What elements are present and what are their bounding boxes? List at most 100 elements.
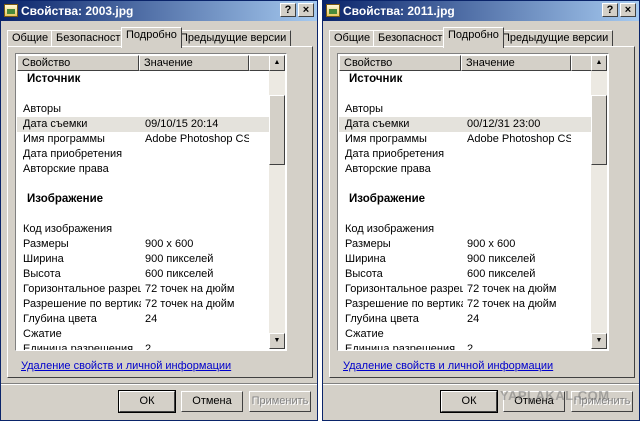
- section-label: Изображение: [27, 193, 104, 205]
- section-label: Изображение: [349, 193, 426, 205]
- property-row[interactable]: Сжатие: [339, 327, 592, 342]
- property-name: Высота: [23, 268, 61, 280]
- section-label: Источник: [349, 73, 403, 85]
- property-row[interactable]: Глубина цвета 24: [17, 312, 270, 327]
- property-name: Размеры: [345, 238, 391, 250]
- property-row[interactable]: Сжатие: [17, 327, 270, 342]
- scroll-down-arrow-icon[interactable]: ▼: [591, 333, 607, 349]
- remove-properties-link[interactable]: Удаление свойств и личной информации: [21, 360, 231, 372]
- divider: [1, 383, 317, 385]
- scroll-thumb[interactable]: [269, 95, 285, 165]
- property-name: Авторские права: [23, 163, 109, 175]
- property-row[interactable]: Высота 600 пикселей: [339, 267, 592, 282]
- property-row[interactable]: Ширина 900 пикселей: [339, 252, 592, 267]
- property-value: 72 точек на дюйм: [467, 298, 557, 310]
- scroll-up-arrow-icon[interactable]: ▲: [591, 55, 607, 71]
- property-row[interactable]: Ширина 900 пикселей: [17, 252, 270, 267]
- property-name: Размеры: [23, 238, 69, 250]
- property-name: Ширина: [23, 253, 64, 265]
- tab-general[interactable]: Общие: [7, 30, 54, 47]
- property-row[interactable]: Разрешение по вертикали 72 точек на дюйм: [17, 297, 270, 312]
- list-header: Свойство Значение: [17, 55, 270, 71]
- property-name: Единица разрешения: [23, 343, 134, 351]
- property-name: Высота: [345, 268, 383, 280]
- column-header-value[interactable]: Значение: [461, 55, 571, 71]
- properties-list[interactable]: Свойство Значение Источник Авторы Дата съе…: [15, 53, 287, 351]
- property-value: 24: [467, 313, 480, 325]
- blank-row: [339, 87, 592, 102]
- help-button[interactable]: ?: [602, 3, 618, 17]
- blank-row: [17, 87, 270, 102]
- column-header-property[interactable]: Свойство: [339, 55, 461, 71]
- property-row[interactable]: Код изображения: [339, 222, 592, 237]
- scroll-up-arrow-icon[interactable]: ▲: [269, 55, 285, 71]
- section-header: Изображение: [17, 192, 270, 207]
- window-titlebar[interactable]: Свойства: 2003.jpg ? ×: [1, 1, 317, 21]
- help-button[interactable]: ?: [280, 3, 296, 17]
- property-row[interactable]: Разрешение по вертикали 72 точек на дюйм: [339, 297, 592, 312]
- tab-security[interactable]: Безопасность: [373, 30, 454, 47]
- property-row[interactable]: Авторы: [339, 102, 592, 117]
- property-row[interactable]: Авторские права: [17, 162, 270, 177]
- remove-properties-link[interactable]: Удаление свойств и личной информации: [343, 360, 553, 372]
- property-value: 900 пикселей: [467, 253, 536, 265]
- property-value: 600 пикселей: [467, 268, 536, 280]
- property-row[interactable]: Дата приобретения: [17, 147, 270, 162]
- property-name: Единица разрешения: [345, 343, 456, 351]
- property-value: 2: [467, 343, 474, 351]
- cancel-button[interactable]: Отмена: [181, 391, 243, 412]
- property-row[interactable]: Дата съемки 00/12/31 23:00: [339, 117, 592, 132]
- blank-row: [17, 177, 270, 192]
- property-row[interactable]: Глубина цвета 24: [339, 312, 592, 327]
- tab-security[interactable]: Безопасность: [51, 30, 132, 47]
- property-row[interactable]: Имя программы Adobe Photoshop CS5 ...: [339, 132, 592, 147]
- property-row[interactable]: Имя программы Adobe Photoshop CS5 ...: [17, 132, 270, 147]
- property-row[interactable]: Единица разрешения 2: [339, 342, 592, 351]
- apply-button[interactable]: Применить: [249, 391, 311, 412]
- property-value: Adobe Photoshop CS5 ...: [145, 133, 249, 145]
- ok-button[interactable]: ОК: [440, 390, 498, 413]
- column-header-value[interactable]: Значение: [139, 55, 249, 71]
- property-name: Глубина цвета: [345, 313, 419, 325]
- scroll-down-arrow-icon[interactable]: ▼: [269, 333, 285, 349]
- property-row[interactable]: Авторские права: [339, 162, 592, 177]
- property-name: Дата съемки: [23, 118, 88, 130]
- property-row[interactable]: Авторы: [17, 102, 270, 117]
- image-file-icon: [4, 4, 18, 17]
- tab-details[interactable]: Подробно: [443, 27, 504, 48]
- property-row[interactable]: Размеры 900 x 600: [17, 237, 270, 252]
- tab-previous-versions[interactable]: Предыдущие версии: [175, 30, 292, 47]
- property-value: 900 пикселей: [145, 253, 214, 265]
- property-value: 900 x 600: [145, 238, 194, 250]
- properties-list[interactable]: Свойство Значение Источник Авторы Дата съе…: [337, 53, 609, 351]
- tab-details[interactable]: Подробно: [121, 27, 182, 48]
- property-name: Горизонтальное разреше...: [23, 283, 141, 295]
- property-row[interactable]: Высота 600 пикселей: [17, 267, 270, 282]
- divider: [323, 383, 639, 385]
- blank-row: [339, 207, 592, 222]
- column-header-property[interactable]: Свойство: [17, 55, 139, 71]
- property-row[interactable]: Единица разрешения 2: [17, 342, 270, 351]
- tab-previous-versions[interactable]: Предыдущие версии: [497, 30, 614, 47]
- property-name: Код изображения: [345, 223, 435, 235]
- property-row[interactable]: Дата съемки 09/10/15 20:14: [17, 117, 270, 132]
- property-name: Авторские права: [345, 163, 431, 175]
- property-name: Разрешение по вертикали: [345, 298, 463, 310]
- close-button[interactable]: ×: [620, 3, 636, 17]
- scroll-thumb[interactable]: [591, 95, 607, 165]
- property-name: Разрешение по вертикали: [23, 298, 141, 310]
- window-titlebar[interactable]: Свойства: 2011.jpg ? ×: [323, 1, 639, 21]
- property-row[interactable]: Дата приобретения: [339, 147, 592, 162]
- property-row[interactable]: Размеры 900 x 600: [339, 237, 592, 252]
- property-name: Сжатие: [345, 328, 384, 340]
- vertical-scrollbar[interactable]: ▲ ▼: [591, 55, 607, 349]
- vertical-scrollbar[interactable]: ▲ ▼: [269, 55, 285, 349]
- property-row[interactable]: Горизонтальное разреше... 72 точек на дюй…: [17, 282, 270, 297]
- tab-general[interactable]: Общие: [329, 30, 376, 47]
- property-name: Имя программы: [23, 133, 105, 145]
- property-name: Дата съемки: [345, 118, 410, 130]
- close-button[interactable]: ×: [298, 3, 314, 17]
- property-row[interactable]: Код изображения: [17, 222, 270, 237]
- property-row[interactable]: Горизонтальное разреше... 72 точек на дюй…: [339, 282, 592, 297]
- ok-button[interactable]: ОК: [118, 390, 176, 413]
